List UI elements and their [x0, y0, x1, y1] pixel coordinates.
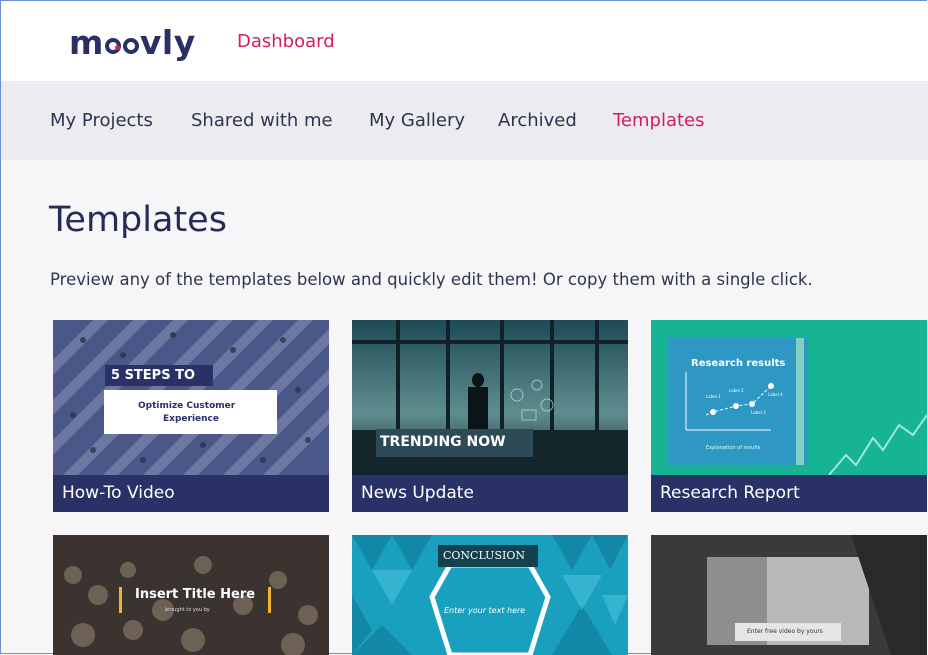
template-name: Research Report	[651, 475, 927, 512]
thumb-text: Research results	[691, 358, 786, 369]
thumb-text: 5 STEPS TO	[111, 368, 196, 383]
template-thumbnail: 5 STEPS TO Optimize Customer Experience	[53, 320, 329, 475]
tab-templates[interactable]: Templates	[613, 110, 705, 131]
thumb-text: Enter free video by yours	[747, 628, 823, 635]
template-thumbnail: TRENDING NOW	[352, 320, 628, 475]
top-bar: m vly Dashboard	[1, 1, 928, 81]
thumb-text: Label 2	[729, 388, 744, 393]
thumb-text: TRENDING NOW	[380, 434, 506, 450]
tab-archived[interactable]: Archived	[498, 110, 577, 131]
thumb-text: Label 1	[706, 394, 721, 399]
thumb-text: brought to you by	[165, 607, 210, 613]
template-card-conclusion[interactable]: CONCLUSION Enter your text here	[352, 535, 628, 655]
template-card-research-report[interactable]: Research results Explanation of results …	[651, 320, 927, 512]
template-thumbnail: Enter free video by yours	[651, 535, 927, 655]
nav-bar: My Projects Shared with me My Gallery Ar…	[1, 81, 928, 160]
template-thumbnail: Insert Title Here brought to you by	[53, 535, 329, 655]
thumb-text: Label 4	[768, 392, 783, 397]
moovly-logo[interactable]: m vly	[69, 23, 196, 63]
thumb-text: CONCLUSION	[443, 549, 525, 562]
template-card-title[interactable]: Insert Title Here brought to you by	[53, 535, 329, 655]
tab-shared-with-me[interactable]: Shared with me	[191, 110, 333, 131]
thumb-text: Optimize Customer	[138, 401, 236, 411]
page-subtitle: Preview any of the templates below and q…	[50, 270, 813, 289]
thumb-text: Enter your text here	[444, 606, 526, 615]
thumb-text: Insert Title Here	[135, 587, 256, 602]
template-card-video[interactable]: Enter free video by yours	[651, 535, 927, 655]
template-card-news-update[interactable]: TRENDING NOW News Update	[352, 320, 628, 512]
thumb-text: Explanation of results	[706, 445, 761, 451]
tab-my-projects[interactable]: My Projects	[50, 110, 153, 131]
template-name: News Update	[352, 475, 628, 512]
dashboard-link[interactable]: Dashboard	[237, 31, 335, 52]
template-thumbnail: CONCLUSION Enter your text here	[352, 535, 628, 655]
page-title: Templates	[49, 200, 227, 240]
template-name: How-To Video	[53, 475, 329, 512]
tab-my-gallery[interactable]: My Gallery	[369, 110, 465, 131]
thumb-text: Experience	[163, 414, 219, 424]
template-card-how-to-video[interactable]: 5 STEPS TO Optimize Customer Experience …	[53, 320, 329, 512]
template-thumbnail: Research results Explanation of results …	[651, 320, 927, 475]
thumb-text: Label 3	[751, 410, 766, 415]
